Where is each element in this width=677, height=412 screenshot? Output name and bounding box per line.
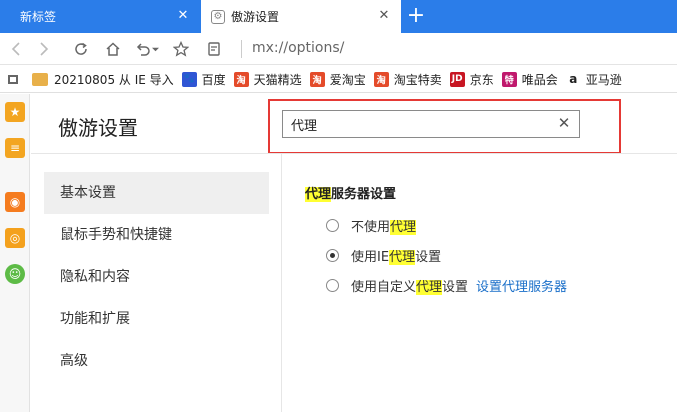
back-icon[interactable] (6, 38, 28, 60)
header-divider (31, 153, 677, 154)
bookmark-baidu[interactable]: 🐾 百度 (181, 71, 226, 88)
bookmark-folder-ie-import[interactable]: 20210805 从 IE 导入 (32, 71, 174, 88)
bookmark-label: 唯品会 (521, 72, 558, 87)
jd-icon: JD (449, 71, 465, 87)
tab-strip: 新标签 ✕ ⚙ 傲游设置 ✕ + (0, 0, 677, 33)
tab-title: 新标签 (20, 10, 57, 24)
notes-icon[interactable] (203, 38, 225, 60)
search-highlight: 代理 (390, 220, 417, 235)
favorite-star-icon[interactable] (170, 38, 192, 60)
folder-icon (32, 72, 48, 86)
clear-icon[interactable]: ✕ (557, 116, 571, 131)
navigation-bar: mx://options/ (0, 33, 677, 65)
side-dock: ★ ≡ ◉ ◎ ☺ (0, 94, 30, 412)
home-icon[interactable] (102, 38, 124, 60)
bookmark-taobao-temai[interactable]: 淘 淘宝特卖 (373, 71, 442, 88)
address-separator (241, 40, 242, 58)
bookmark-vip[interactable]: 特 唯品会 (501, 71, 558, 88)
amazon-icon: a (565, 71, 581, 87)
option-text: 设置 (415, 250, 442, 265)
vip-icon: 特 (501, 71, 517, 87)
taobao-icon: 淘 (373, 71, 389, 87)
settings-search-box[interactable]: ✕ (282, 110, 580, 138)
menu-item-advanced[interactable]: 高级 (44, 340, 269, 382)
bookmark-label: 亚马逊 (585, 72, 622, 87)
menu-item-privacy-content[interactable]: 隐私和内容 (44, 256, 269, 298)
option-text: 不使用 (351, 220, 391, 235)
favorites-star-icon[interactable]: ★ (5, 102, 25, 122)
bookmark-amazon[interactable]: a 亚马逊 (565, 71, 622, 88)
radio-button-checked[interactable] (326, 249, 339, 262)
close-icon[interactable]: ✕ (377, 9, 391, 23)
option-text: 使用IE (351, 250, 390, 265)
radio-button[interactable] (326, 219, 339, 232)
proxy-option-none[interactable]: 不使用代理 (326, 216, 417, 235)
option-label: 使用自定义代理设置 (351, 276, 468, 295)
tab-new-tab[interactable]: 新标签 ✕ (0, 0, 200, 33)
search-highlight: 代理 (416, 280, 443, 295)
notes-icon[interactable]: ≡ (5, 138, 25, 158)
search-highlight: 代理 (389, 250, 416, 265)
undo-dropdown-icon[interactable] (150, 38, 160, 60)
bookmark-label: 京东 (469, 72, 494, 87)
sidebar-toggle-icon[interactable] (8, 74, 18, 84)
weibo-icon[interactable]: ◎ (5, 228, 25, 248)
new-tab-button[interactable]: + (403, 3, 429, 29)
bookmarks-bar: 20210805 从 IE 导入 🐾 百度 淘 天猫精选 淘 爱淘宝 淘 淘宝特… (0, 66, 677, 93)
forward-icon[interactable] (32, 38, 54, 60)
column-divider (281, 154, 282, 412)
menu-item-gestures-shortcuts[interactable]: 鼠标手势和快捷键 (44, 214, 269, 256)
section-title-text: 服务器设置 (331, 187, 397, 202)
proxy-section-title: 代理服务器设置 (305, 183, 396, 202)
reload-icon[interactable] (70, 38, 92, 60)
bookmark-label: 20210805 从 IE 导入 (54, 72, 174, 87)
menu-item-features-extensions[interactable]: 功能和扩展 (44, 298, 269, 340)
bookmark-jd[interactable]: JD 京东 (449, 71, 494, 88)
taobao-icon: 淘 (309, 71, 325, 87)
tmall-icon: 淘 (233, 71, 249, 87)
rss-icon[interactable]: ◉ (5, 192, 25, 212)
set-proxy-server-link[interactable]: 设置代理服务器 (476, 276, 567, 295)
option-label: 不使用代理 (351, 216, 417, 235)
bookmark-ai-taobao[interactable]: 淘 爱淘宝 (309, 71, 366, 88)
bookmark-label: 淘宝特卖 (393, 72, 442, 87)
address-bar[interactable]: mx://options/ (252, 40, 344, 56)
settings-search-input[interactable] (283, 111, 553, 137)
option-label: 使用IE代理设置 (351, 246, 441, 265)
bookmark-tmall[interactable]: 淘 天猫精选 (233, 71, 302, 88)
smiley-icon[interactable]: ☺ (5, 264, 25, 284)
option-text: 使用自定义 (351, 280, 417, 295)
menu-item-basic[interactable]: 基本设置 (44, 172, 269, 214)
proxy-option-custom[interactable]: 使用自定义代理设置 设置代理服务器 (326, 276, 567, 295)
bookmark-label: 百度 (201, 72, 226, 87)
page-title: 傲游设置 (58, 116, 138, 140)
search-highlight: 代理 (305, 187, 332, 202)
bookmark-label: 爱淘宝 (329, 72, 366, 87)
tab-settings[interactable]: ⚙ 傲游设置 ✕ (201, 0, 401, 33)
bookmark-label: 天猫精选 (253, 72, 302, 87)
tab-title: 傲游设置 (231, 10, 280, 24)
close-icon[interactable]: ✕ (176, 9, 190, 23)
proxy-option-ie[interactable]: 使用IE代理设置 (326, 246, 441, 265)
option-text: 设置 (442, 280, 469, 295)
settings-menu: 基本设置 鼠标手势和快捷键 隐私和内容 功能和扩展 高级 (44, 172, 269, 382)
baidu-icon: 🐾 (181, 71, 197, 87)
gear-icon: ⚙ (211, 9, 225, 24)
radio-button[interactable] (326, 279, 339, 292)
